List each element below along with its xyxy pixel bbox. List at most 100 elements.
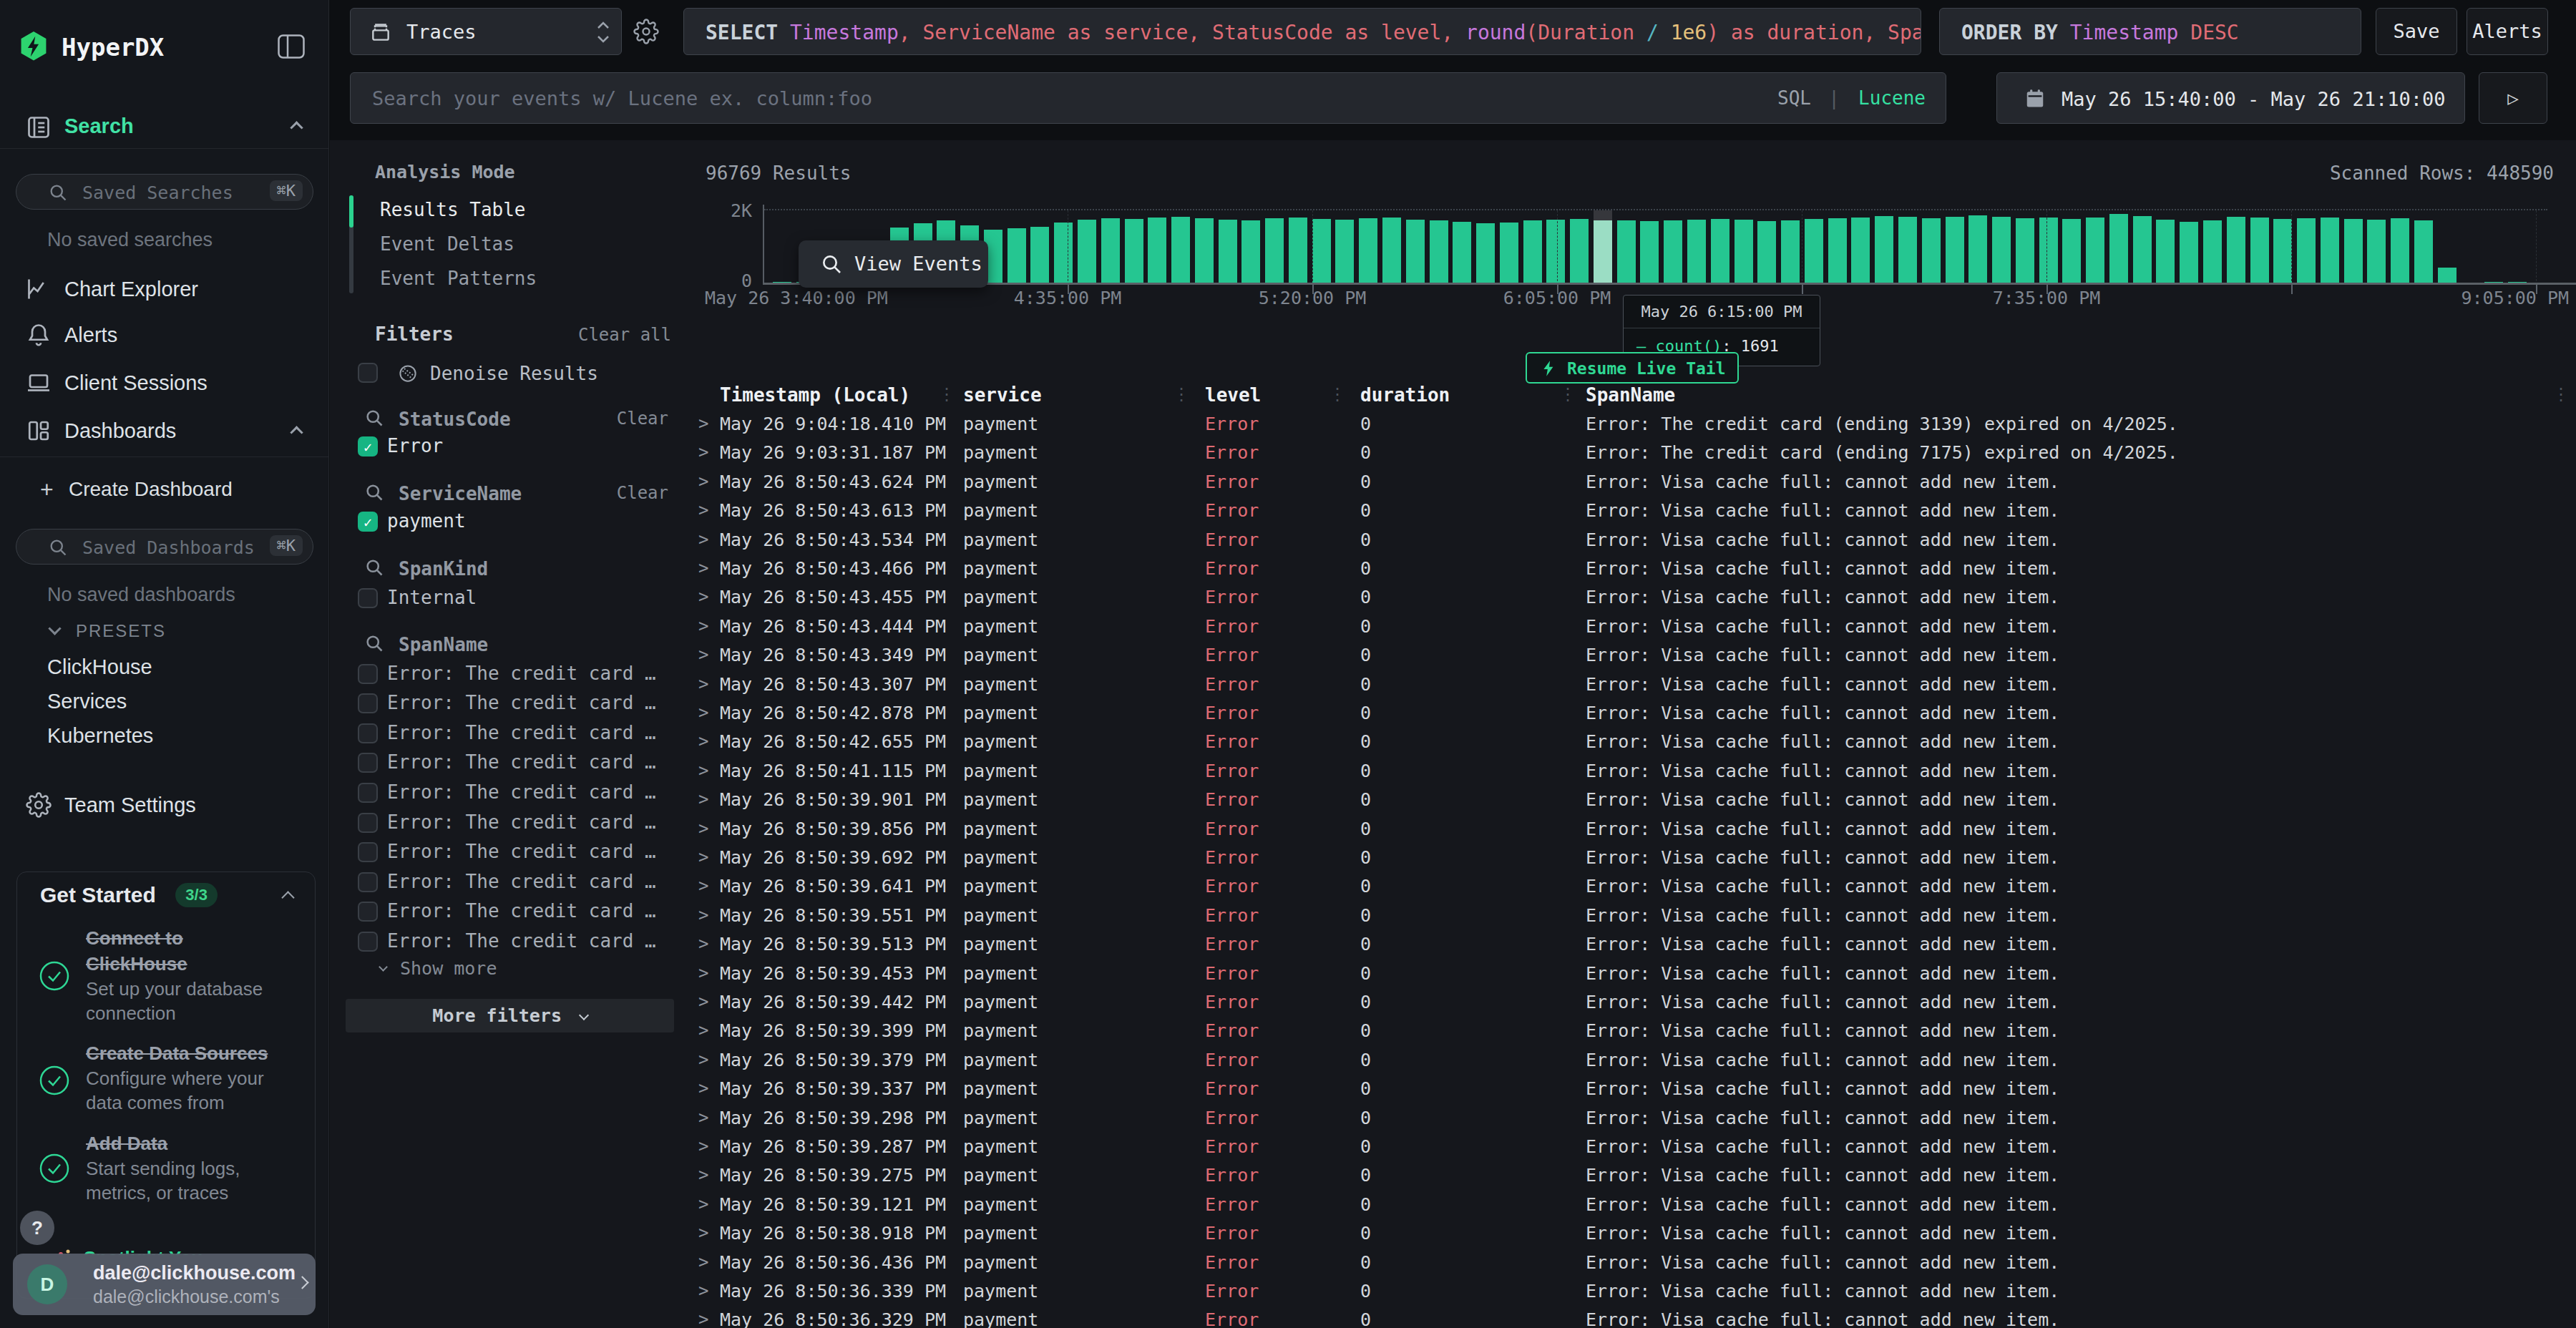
table-row[interactable]: >May 26 8:50:43.624 PMpaymentError0Error… xyxy=(330,467,2576,495)
table-row[interactable]: >May 26 8:50:39.442 PMpaymentError0Error… xyxy=(330,987,2576,1015)
table-row[interactable]: >May 26 8:50:43.444 PMpaymentError0Error… xyxy=(330,611,2576,640)
sidebar-preset-kubernetes[interactable]: Kubernetes xyxy=(47,724,153,748)
sidebar-preset-clickhouse[interactable]: ClickHouse xyxy=(47,655,152,679)
table-row[interactable]: >May 26 8:50:39.641 PMpaymentError0Error… xyxy=(330,871,2576,899)
table-row[interactable]: >May 26 8:50:39.453 PMpaymentError0Error… xyxy=(330,958,2576,987)
expand-row-chevron-icon[interactable]: > xyxy=(698,1078,708,1098)
histogram-bar[interactable] xyxy=(1546,220,1565,283)
sql-mode-toggle[interactable]: SQL xyxy=(1777,87,1811,109)
table-row[interactable]: >May 26 8:50:43.307 PMpaymentError0Error… xyxy=(330,669,2576,698)
expand-row-chevron-icon[interactable]: > xyxy=(698,819,708,839)
source-settings-gear-icon[interactable] xyxy=(633,19,659,44)
histogram-bar[interactable] xyxy=(2109,214,2128,283)
table-row[interactable]: >May 26 8:50:36.339 PMpaymentError0Error… xyxy=(330,1276,2576,1304)
histogram-bar[interactable] xyxy=(2438,268,2457,283)
table-row[interactable]: >May 26 8:50:39.337 PMpaymentError0Error… xyxy=(330,1073,2576,1102)
expand-row-chevron-icon[interactable]: > xyxy=(698,1194,708,1214)
histogram-bar[interactable] xyxy=(1735,220,1753,283)
histogram-bar[interactable] xyxy=(2391,218,2409,283)
histogram-bar[interactable] xyxy=(1054,223,1073,283)
create-dashboard-button[interactable]: Create Dashboard xyxy=(69,478,233,501)
dashboards-collapse-chevron-icon[interactable] xyxy=(290,426,303,439)
help-button[interactable]: ? xyxy=(20,1211,54,1245)
analysis-mode-results-table[interactable]: Results Table xyxy=(380,199,526,220)
histogram-bar[interactable] xyxy=(1757,221,1776,283)
resume-live-tail-button[interactable]: Resume Live Tail xyxy=(1526,352,1739,384)
column-header-level[interactable]: level xyxy=(1205,384,1261,406)
date-range-picker[interactable]: May 26 15:40:00 - May 26 21:10:00 xyxy=(1996,72,2465,124)
table-row[interactable]: >May 26 8:50:39.901 PMpaymentError0Error… xyxy=(330,784,2576,813)
column-resize-handle[interactable]: ⋮ xyxy=(2552,384,2570,404)
expand-row-chevron-icon[interactable]: > xyxy=(698,1020,708,1040)
expand-row-chevron-icon[interactable]: > xyxy=(698,1108,708,1128)
histogram-bar[interactable] xyxy=(2086,218,2104,283)
histogram-bar[interactable] xyxy=(2250,218,2269,283)
expand-row-chevron-icon[interactable]: > xyxy=(698,442,708,462)
column-header-service[interactable]: service xyxy=(963,384,1042,406)
search-collapse-chevron-icon[interactable] xyxy=(290,121,303,134)
expand-row-chevron-icon[interactable]: > xyxy=(698,529,708,550)
histogram-bar[interactable] xyxy=(1476,223,1495,283)
expand-row-chevron-icon[interactable]: > xyxy=(698,587,708,607)
histogram-bar[interactable] xyxy=(1312,219,1331,283)
expand-row-chevron-icon[interactable]: > xyxy=(698,847,708,867)
table-row[interactable]: >May 26 8:50:42.878 PMpaymentError0Error… xyxy=(330,698,2576,726)
table-row[interactable]: >May 26 8:50:39.513 PMpaymentError0Error… xyxy=(330,929,2576,957)
histogram-bar[interactable] xyxy=(1992,217,2011,283)
column-resize-handle[interactable]: ⋮ xyxy=(1329,384,1346,404)
histogram-bar[interactable] xyxy=(1570,219,1589,283)
histogram-bar[interactable] xyxy=(2203,220,2222,283)
table-row[interactable]: >May 26 8:50:39.856 PMpaymentError0Error… xyxy=(330,814,2576,842)
presets-chevron-icon[interactable] xyxy=(48,622,61,635)
histogram-bar[interactable] xyxy=(1968,215,1987,283)
histogram-bar[interactable] xyxy=(1359,218,1377,283)
expand-row-chevron-icon[interactable]: > xyxy=(698,1050,708,1070)
histogram-bar[interactable] xyxy=(1922,218,1941,283)
histogram-bar[interactable] xyxy=(2062,219,2081,283)
histogram-bar[interactable] xyxy=(1851,218,1870,283)
expand-row-chevron-icon[interactable]: > xyxy=(698,876,708,896)
table-row[interactable]: >May 26 8:50:39.692 PMpaymentError0Error… xyxy=(330,842,2576,871)
table-row[interactable]: >May 26 9:03:31.187 PMpaymentError0Error… xyxy=(330,437,2576,466)
expand-row-chevron-icon[interactable]: > xyxy=(698,905,708,925)
collapse-sidebar-icon[interactable] xyxy=(278,34,305,59)
histogram-bar[interactable] xyxy=(2016,218,2034,283)
table-row[interactable]: >May 26 8:50:39.551 PMpaymentError0Error… xyxy=(330,900,2576,929)
expand-row-chevron-icon[interactable]: > xyxy=(698,934,708,954)
histogram-bar[interactable] xyxy=(1382,218,1401,283)
sidebar-item-team-settings[interactable]: Team Settings xyxy=(64,794,196,817)
histogram-bar[interactable] xyxy=(1640,221,1659,283)
sql-query-input[interactable]: SELECT Timestamp, ServiceName as service… xyxy=(683,8,1921,55)
histogram-bar[interactable] xyxy=(2344,219,2363,283)
histogram-bar[interactable] xyxy=(2367,220,2386,283)
denoise-checkbox[interactable] xyxy=(358,363,378,383)
histogram-bar[interactable] xyxy=(1523,220,1542,283)
expand-row-chevron-icon[interactable]: > xyxy=(698,703,708,723)
column-header-spanname[interactable]: SpanName xyxy=(1586,384,1675,406)
expand-row-chevron-icon[interactable]: > xyxy=(698,1281,708,1301)
sidebar-item-chart-explorer[interactable]: Chart Explorer xyxy=(64,278,198,301)
histogram-bar[interactable] xyxy=(1430,220,1448,283)
histogram[interactable] xyxy=(764,209,2547,283)
expand-row-chevron-icon[interactable]: > xyxy=(698,500,708,520)
histogram-bar[interactable] xyxy=(2297,218,2316,283)
table-row[interactable]: >May 26 8:50:43.455 PMpaymentError0Error… xyxy=(330,582,2576,610)
lucene-search-input[interactable]: Search your events w/ Lucene ex. column:… xyxy=(350,72,1946,124)
table-row[interactable]: >May 26 8:50:38.918 PMpaymentError0Error… xyxy=(330,1218,2576,1246)
column-header-timestamp-local-[interactable]: Timestamp (Local) xyxy=(720,384,910,406)
table-row[interactable]: >May 26 9:04:18.410 PMpaymentError0Error… xyxy=(330,409,2576,437)
histogram-bar[interactable] xyxy=(1898,217,1917,283)
histogram-bar[interactable] xyxy=(1453,222,1471,283)
histogram-bar[interactable] xyxy=(1030,227,1049,283)
table-row[interactable]: >May 26 8:50:39.121 PMpaymentError0Error… xyxy=(330,1189,2576,1218)
column-resize-handle[interactable]: ⋮ xyxy=(938,384,955,404)
alerts-button[interactable]: Alerts xyxy=(2467,8,2548,55)
histogram-bar[interactable] xyxy=(1078,220,1096,283)
histogram-bar[interactable] xyxy=(1946,217,1964,283)
source-select[interactable]: Traces xyxy=(350,8,622,55)
histogram-bar[interactable] xyxy=(1805,219,1823,283)
histogram-bar[interactable] xyxy=(1101,218,1120,283)
presets-header[interactable]: PRESETS xyxy=(76,621,166,641)
lucene-mode-toggle[interactable]: Lucene xyxy=(1858,87,1926,109)
save-button[interactable]: Save xyxy=(2376,8,2457,55)
